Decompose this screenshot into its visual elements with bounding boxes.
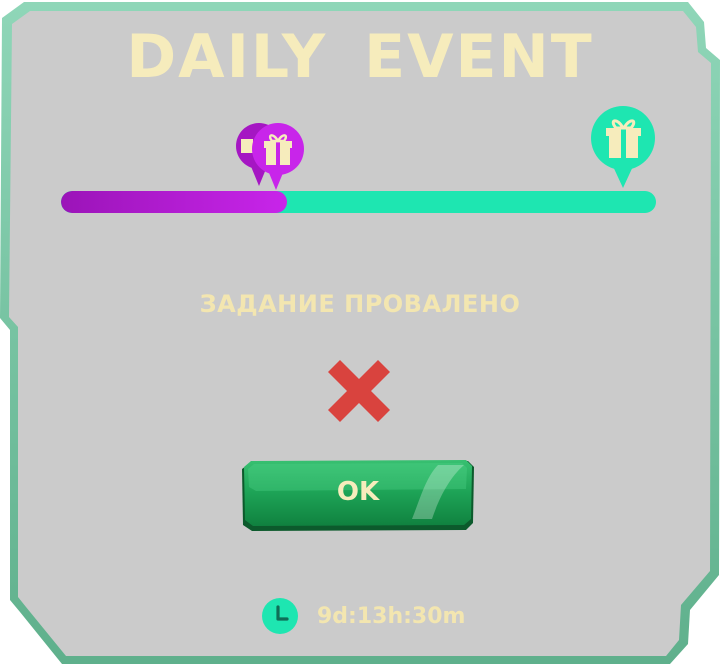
- fail-cross-icon: [328, 360, 390, 422]
- timer-text: 9d:13h:30m: [317, 603, 466, 629]
- final-reward-marker: [591, 106, 655, 188]
- task-failed-text: ЗАДАНИЕ ПРОВАЛЕНО: [199, 290, 521, 318]
- progress-fill: [61, 191, 288, 213]
- clock-icon: [262, 598, 298, 634]
- progress-bar: [61, 191, 656, 213]
- ok-button[interactable]: OK: [242, 459, 474, 531]
- current-progress-marker: [236, 123, 304, 190]
- event-timer: 9d:13h:30m: [262, 598, 465, 634]
- dialog-panel: [0, 2, 720, 664]
- event-title: DAILY EVENT: [126, 22, 594, 92]
- ok-button-label: OK: [336, 477, 380, 507]
